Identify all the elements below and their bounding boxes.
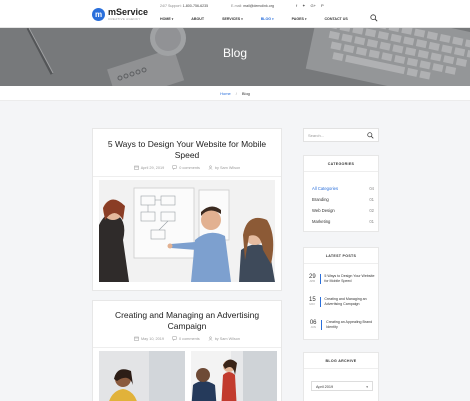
post-image-meeting[interactable] [99,180,275,282]
post-title[interactable]: Creating and Managing an Advertising Cam… [93,310,281,332]
user-icon [208,336,213,341]
main-nav: HOME▾ ABOUT SERVICES▾ BLOG▾ PAGES▾ CONTA… [151,15,357,23]
post-meta: May 10, 2019 0 comments by Sam Wilson [93,336,281,341]
archive-selected-value: April 2019 [316,385,334,389]
nav-item-home[interactable]: HOME▾ [151,15,182,23]
comment-icon [172,336,177,341]
chevron-down-icon: ▾ [171,17,174,21]
latest-post-item[interactable]: 06 JUN Creating an Appealing Brand Identi… [309,320,375,330]
search-icon[interactable] [370,14,378,22]
category-item-all[interactable]: All Categories 04 [312,186,374,191]
nav-item-pages[interactable]: PAGES▾ [283,15,316,23]
support-phone[interactable]: 1-800-756-6235 [183,4,209,8]
google-plus-icon[interactable]: G+ [310,3,315,8]
archive-select[interactable]: April 2019 ▾ [311,381,373,391]
email-info: E-mail: mail@demolink.org [231,4,274,8]
nav-item-blog[interactable]: BLOG▾ [252,15,283,23]
search-icon[interactable] [367,132,374,139]
logo-mark-icon: m [92,7,105,21]
chevron-down-icon: ▾ [366,385,368,389]
support-label: 24/7 Support: [160,4,182,8]
post-divider [93,176,281,177]
blog-post-card: 5 Ways to Design Your Website for Mobile… [92,128,282,291]
twitter-icon[interactable]: ✦ [302,3,305,8]
nav-item-contact[interactable]: CONTACT US [315,15,356,23]
chevron-down-icon: ▾ [241,17,243,21]
chevron-down-icon: ▾ [272,17,274,21]
latest-post-item[interactable]: 15 MAY Creating and Managing an Advertisi… [309,297,375,307]
post-comments[interactable]: 0 comments [179,166,200,170]
widget-divider [304,368,378,369]
page-title: Blog [222,46,248,60]
post-meta: April 29, 2019 0 comments by Sam Wilson [93,165,281,170]
comment-icon [172,165,177,170]
blog-archive-title: BLOG ARCHIVE [325,359,357,363]
post-image-left[interactable] [99,351,185,401]
post-title[interactable]: 5 Ways to Design Your Website for Mobile… [93,139,281,161]
facebook-icon[interactable]: f [296,3,297,8]
blog-post-card: Creating and Managing an Advertising Cam… [92,300,282,401]
search-placeholder: Search... [308,133,325,138]
calendar-icon [134,336,139,341]
logo-tagline: CREATIVE AGENCY [108,16,141,21]
site-logo[interactable]: m mService CREATIVE AGENCY [92,6,148,22]
post-image-right[interactable] [191,351,277,401]
breadcrumb: Home / Blog [0,86,470,101]
widget-divider [304,171,378,172]
category-item-marketing[interactable]: Marketing 01 [312,219,374,224]
category-item-web-design[interactable]: Web Design 02 [312,208,374,213]
breadcrumb-home-link[interactable]: Home [220,91,231,96]
post-author[interactable]: by Sam Wilson [215,337,240,341]
categories-widget: CATEGORIES All Categories 04 Branding 01 W… [303,155,379,232]
post-author[interactable]: by Sam Wilson [215,166,240,170]
pinterest-icon[interactable]: P [321,3,324,8]
page-hero: Blog [0,28,470,86]
post-divider [93,347,281,348]
breadcrumb-separator: / [235,90,237,96]
calendar-icon [134,165,139,170]
site-header: m mService CREATIVE AGENCY 24/7 Support:… [0,0,470,27]
category-item-branding[interactable]: Branding 01 [312,197,374,202]
blog-archive-widget: BLOG ARCHIVE April 2019 ▾ [303,352,379,401]
categories-title: CATEGORIES [327,162,355,166]
email-link[interactable]: mail@demolink.org [243,4,274,8]
user-icon [208,165,213,170]
post-date: May 10, 2019 [140,336,164,341]
social-links: f ✦ G+ P [296,3,324,8]
latest-posts-widget: LATEST POSTS 29 APR 5 Ways to Design Your… [303,247,379,340]
post-comments[interactable]: 0 comments [179,337,200,341]
chevron-down-icon: ▾ [304,17,307,21]
logo-name: mService [108,6,149,17]
email-label: E-mail: [231,4,243,8]
latest-posts-title: LATEST POSTS [325,254,357,258]
support-info: 24/7 Support: 1-800-756-6235 [160,4,208,8]
sidebar-search-input[interactable]: Search... [303,128,379,142]
post-date: April 29, 2019 [140,165,165,170]
widget-divider [304,263,378,264]
nav-item-services[interactable]: SERVICES▾ [213,15,252,23]
nav-item-about[interactable]: ABOUT [182,15,213,23]
breadcrumb-current: Blog [241,90,250,96]
latest-post-item[interactable]: 29 APR 5 Ways to Design Your Website for … [309,274,375,284]
blog-page: m mService CREATIVE AGENCY 24/7 Support:… [0,0,470,401]
